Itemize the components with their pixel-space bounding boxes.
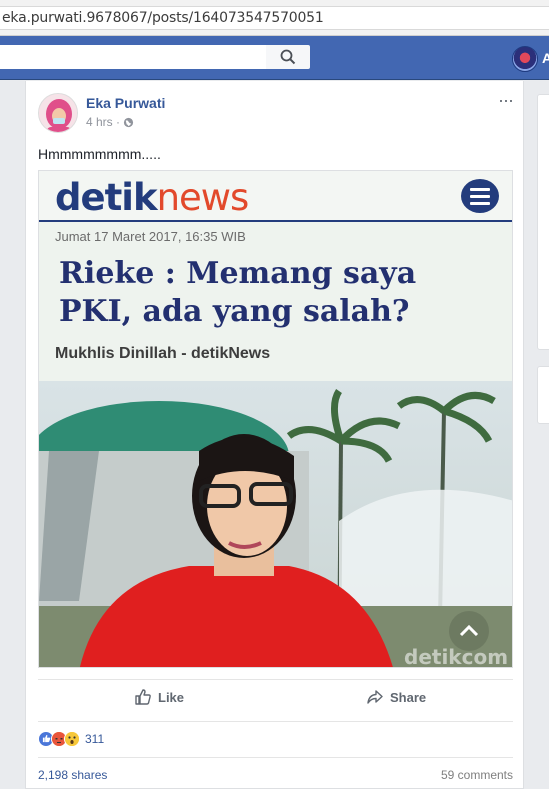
sidebar-card: [537, 94, 549, 350]
search-input[interactable]: [0, 45, 266, 69]
like-button[interactable]: Like: [134, 680, 184, 714]
logo-part-detik: detik: [55, 176, 158, 219]
thumbs-up-icon: [135, 689, 151, 705]
sidebar-card-2: [537, 366, 549, 424]
logo-part-news: news: [156, 176, 250, 219]
detiknews-logo: detiknews: [55, 176, 250, 219]
share-label: Share: [390, 689, 427, 705]
image-watermark: detikcom: [404, 645, 509, 668]
image-date: Jumat 17 Maret 2017, 16:35 WIB: [55, 229, 246, 244]
search-button[interactable]: [266, 45, 310, 69]
browser-toolbar: eka.purwati.9678067/posts/16407354757005…: [0, 0, 549, 36]
image-headline: Rieke : Memang saya PKI, ada yang salah?: [59, 256, 417, 329]
globe-icon: [123, 117, 134, 127]
profile-avatar[interactable]: [512, 46, 538, 72]
news-photo: [39, 381, 512, 667]
wow-reaction-icon: [64, 730, 80, 747]
post-text: Hmmmmmmmm.....: [38, 146, 161, 162]
image-byline: Mukhlis Dinillah - detikNews: [55, 345, 271, 362]
comments-count[interactable]: 59 comments: [441, 768, 513, 782]
reactions-bar[interactable]: 311: [38, 721, 513, 755]
avatar-image: [39, 94, 77, 132]
profile-name[interactable]: A: [542, 50, 549, 66]
hamburger-menu-icon: [461, 179, 499, 213]
like-label: Like: [158, 689, 185, 705]
post-meta: 4 hrs ·: [86, 115, 134, 129]
post-image[interactable]: detiknews Jumat 17 Maret 2017, 16:35 WIB…: [38, 170, 513, 668]
post-actions: Like Share: [38, 679, 513, 713]
share-icon: [367, 690, 383, 704]
share-button[interactable]: Share: [366, 680, 426, 714]
shares-count[interactable]: 2,198 shares: [38, 768, 107, 782]
post-card: Eka Purwati 4 hrs · ··· Hmmmmmmmm..... d…: [25, 81, 524, 789]
author-avatar[interactable]: [38, 93, 78, 133]
author-name[interactable]: Eka Purwati: [86, 95, 165, 111]
reaction-count[interactable]: 311: [85, 732, 104, 746]
image-header-rule: [39, 220, 512, 222]
facebook-top-bar: A: [0, 36, 549, 80]
post-time[interactable]: 4 hrs ·: [86, 115, 120, 129]
address-bar[interactable]: eka.purwati.9678067/posts/16407354757005…: [0, 6, 549, 30]
more-icon[interactable]: ···: [498, 91, 514, 109]
search-icon: [280, 49, 296, 65]
post-stats: 2,198 shares 59 comments: [38, 757, 513, 789]
